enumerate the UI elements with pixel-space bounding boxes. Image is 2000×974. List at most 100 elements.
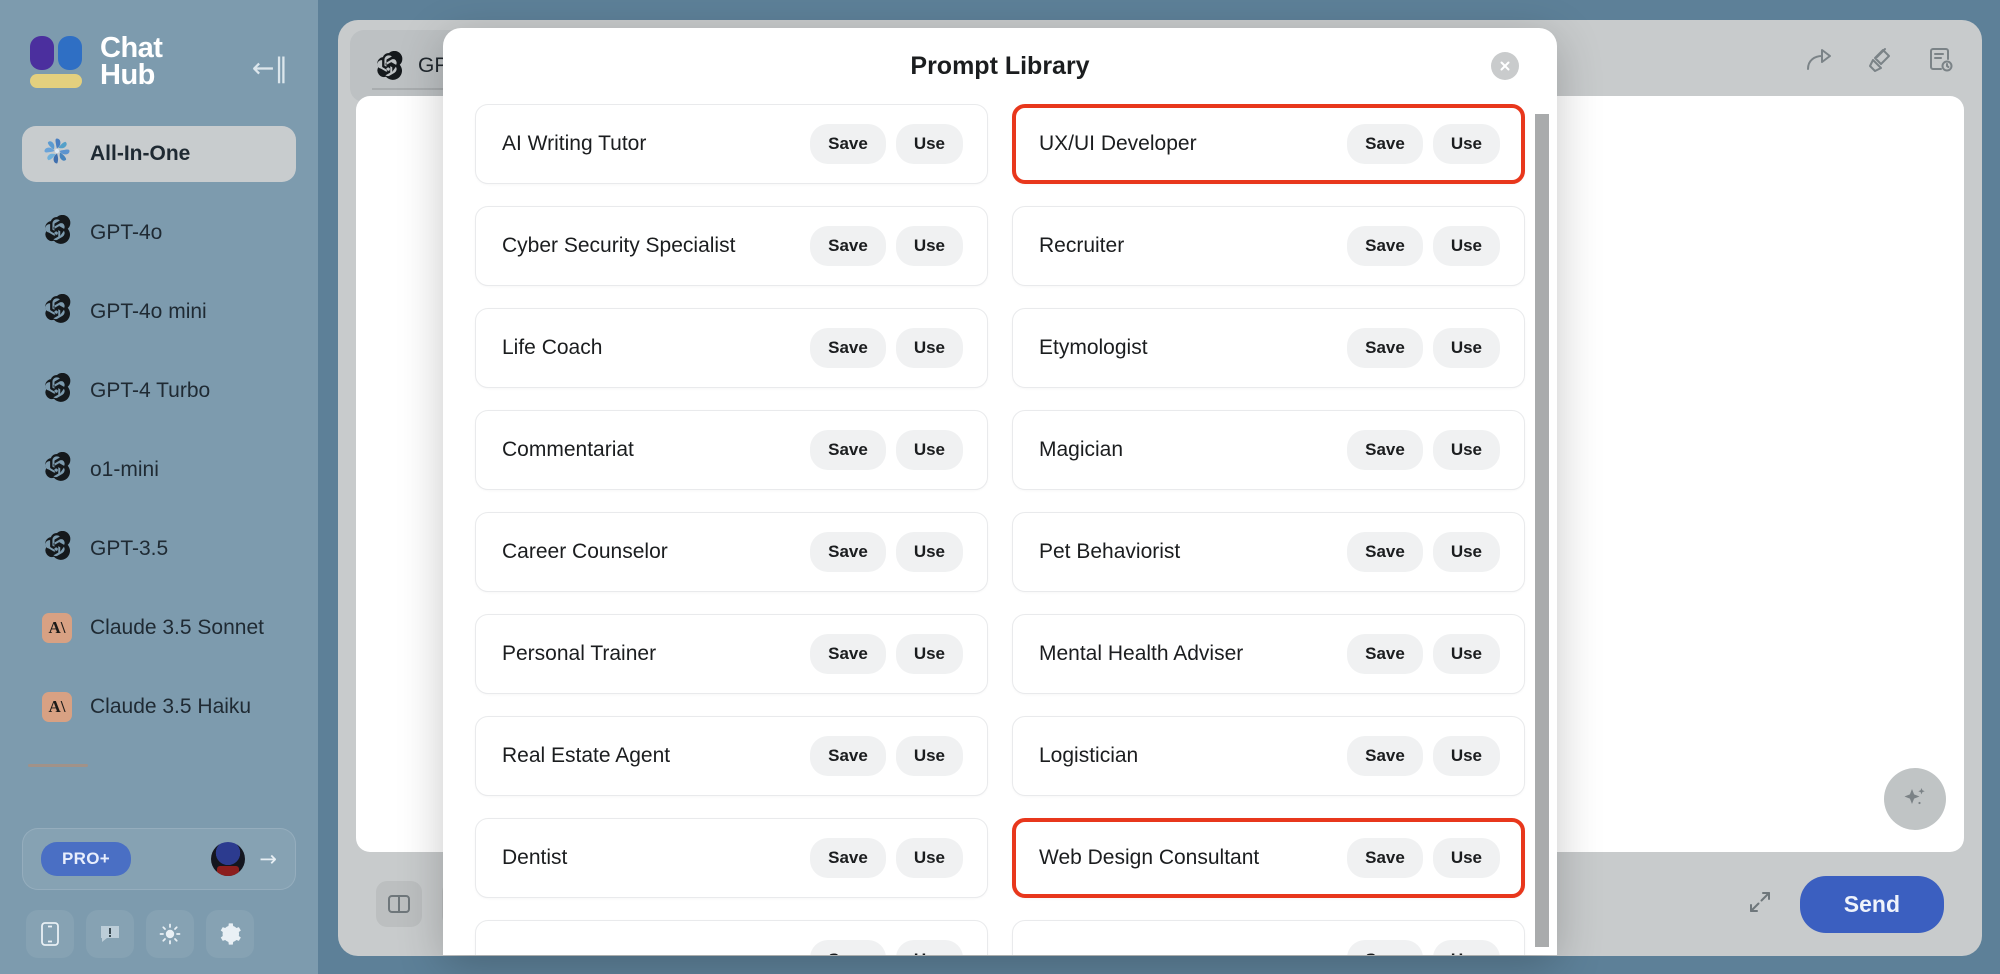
sidebar-item-claude-3-5-sonnet[interactable]: A\ Claude 3.5 Sonnet bbox=[22, 600, 296, 656]
prompt-card[interactable]: Life Coach Save Use bbox=[475, 308, 988, 388]
mobile-app-icon[interactable] bbox=[26, 910, 74, 958]
use-button[interactable]: Use bbox=[1432, 532, 1500, 572]
sidebar-item-gpt-4o-mini[interactable]: GPT-4o mini bbox=[22, 284, 296, 340]
modal-header: Prompt Library bbox=[443, 28, 1557, 104]
save-button[interactable]: Save bbox=[810, 634, 886, 674]
save-button[interactable]: Save bbox=[1347, 328, 1423, 368]
save-button[interactable]: Save bbox=[1347, 430, 1423, 470]
save-button[interactable]: Save bbox=[810, 736, 886, 776]
settings-gear-icon[interactable] bbox=[206, 910, 254, 958]
account-arrow-icon[interactable]: → bbox=[259, 847, 277, 871]
prompt-card[interactable]: AI Writing Tutor Save Use bbox=[475, 104, 988, 184]
use-button[interactable]: Use bbox=[895, 532, 963, 572]
prompt-card[interactable]: Personal Trainer Save Use bbox=[475, 614, 988, 694]
sidebar-item-claude-3-5-haiku[interactable]: A\ Claude 3.5 Haiku bbox=[22, 679, 296, 735]
prompt-actions: SaveUse bbox=[1347, 634, 1500, 674]
prompt-actions: Save Use bbox=[810, 940, 963, 955]
save-button[interactable]: Save bbox=[1347, 124, 1423, 164]
prompt-name: Magician bbox=[1039, 438, 1124, 461]
prompt-card[interactable]: Save Use bbox=[1012, 920, 1525, 955]
prompt-name: Mental Health Adviser bbox=[1039, 642, 1244, 665]
save-button[interactable]: Save bbox=[810, 328, 886, 368]
save-button[interactable]: Save bbox=[1347, 532, 1423, 572]
prompt-card[interactable]: UX/UI Developer Save Use bbox=[1012, 104, 1525, 184]
use-button[interactable]: Use bbox=[895, 124, 963, 164]
save-button[interactable]: Save bbox=[810, 226, 886, 266]
prompt-card[interactable]: Recruiter Save Use bbox=[1012, 206, 1525, 286]
prompt-card[interactable]: Magician Save Use bbox=[1012, 410, 1525, 490]
prompt-grid: AI Writing Tutor Save Use UX/UI Developer Sa… bbox=[475, 104, 1525, 955]
use-button[interactable]: Use bbox=[1432, 226, 1500, 266]
prompt-actions: SaveUse bbox=[1347, 430, 1500, 470]
use-button[interactable]: Use bbox=[895, 430, 963, 470]
use-button[interactable]: Use bbox=[895, 736, 963, 776]
prompt-name: Cyber Security Specialist bbox=[502, 234, 736, 257]
sidebar-item-o1-mini[interactable]: o1-mini bbox=[22, 442, 296, 498]
sidebar-item-gpt-4-turbo[interactable]: GPT-4 Turbo bbox=[22, 363, 296, 419]
app-root: Chat Hub ←‖ All-In-One GPT-4o GPT-4o mini G… bbox=[0, 0, 2000, 974]
sidebar-item-all-in-one[interactable]: All-In-One bbox=[22, 126, 296, 182]
use-button[interactable]: Use bbox=[895, 634, 963, 674]
prompt-card[interactable]: Pet Behaviorist Save Use bbox=[1012, 512, 1525, 592]
sidebar-item-label: GPT-4o bbox=[90, 221, 163, 244]
prompt-name: Life Coach bbox=[502, 336, 603, 359]
prompt-card[interactable]: Mental Health Adviser Save Use bbox=[1012, 614, 1525, 694]
theme-brightness-icon[interactable] bbox=[146, 910, 194, 958]
use-button[interactable]: Use bbox=[895, 940, 963, 955]
prompt-card[interactable]: Cyber Security Specialist Save Use bbox=[475, 206, 988, 286]
use-button[interactable]: Use bbox=[1432, 838, 1500, 878]
prompt-card[interactable]: Commentariat Save Use bbox=[475, 410, 988, 490]
save-button[interactable]: Save bbox=[810, 532, 886, 572]
sidebar-item-label: GPT-4 Turbo bbox=[90, 379, 211, 402]
use-button[interactable]: Use bbox=[1432, 124, 1500, 164]
feedback-icon[interactable] bbox=[86, 910, 134, 958]
use-button[interactable]: Use bbox=[1432, 940, 1500, 955]
use-button[interactable]: Use bbox=[895, 328, 963, 368]
use-button[interactable]: Use bbox=[895, 838, 963, 878]
clear-broom-icon[interactable] bbox=[1867, 46, 1895, 79]
save-button[interactable]: Save bbox=[810, 430, 886, 470]
openai-icon bbox=[42, 372, 72, 409]
sidebar-divider bbox=[28, 764, 88, 767]
all-in-one-icon bbox=[42, 136, 72, 172]
modal-scrollbar[interactable] bbox=[1535, 114, 1549, 947]
prompt-card[interactable]: Save Use bbox=[475, 920, 988, 955]
prompt-name: Personal Trainer bbox=[502, 642, 657, 665]
sidebar-item-label: All-In-One bbox=[90, 142, 191, 165]
account-row[interactable]: PRO+ → bbox=[22, 828, 296, 890]
prompt-card[interactable]: Web Design Consultant Save Use bbox=[1012, 818, 1525, 898]
model-list: All-In-One GPT-4o GPT-4o mini GPT-4 Turbo o1… bbox=[0, 126, 318, 758]
prompt-card[interactable]: Dentist Save Use bbox=[475, 818, 988, 898]
share-icon[interactable] bbox=[1805, 47, 1835, 78]
use-button[interactable]: Use bbox=[1432, 430, 1500, 470]
ai-sparkle-icon[interactable] bbox=[1884, 768, 1946, 830]
save-button[interactable]: Save bbox=[1347, 736, 1423, 776]
sidebar-item-gpt-3-5[interactable]: GPT-3.5 bbox=[22, 521, 296, 577]
prompt-card[interactable]: Etymologist Save Use bbox=[1012, 308, 1525, 388]
prompt-card[interactable]: Logistician Save Use bbox=[1012, 716, 1525, 796]
pro-badge[interactable]: PRO+ bbox=[41, 842, 131, 876]
history-icon[interactable] bbox=[1927, 46, 1954, 79]
send-button[interactable]: Send bbox=[1799, 875, 1944, 933]
save-button[interactable]: Save bbox=[1347, 226, 1423, 266]
use-button[interactable]: Use bbox=[1432, 736, 1500, 776]
prompt-card[interactable]: Real Estate Agent Save Use bbox=[475, 716, 988, 796]
avatar[interactable] bbox=[211, 842, 246, 876]
close-icon[interactable] bbox=[1491, 52, 1519, 80]
save-button[interactable]: Save bbox=[810, 940, 886, 955]
split-view-icon[interactable] bbox=[376, 881, 422, 927]
save-button[interactable]: Save bbox=[1347, 634, 1423, 674]
save-button[interactable]: Save bbox=[1347, 940, 1423, 955]
brand-name-line1: Chat bbox=[100, 32, 163, 65]
collapse-sidebar-icon[interactable]: ←‖ bbox=[252, 55, 288, 82]
use-button[interactable]: Use bbox=[1432, 634, 1500, 674]
expand-arrows-icon[interactable] bbox=[1746, 888, 1774, 921]
save-button[interactable]: Save bbox=[1347, 838, 1423, 878]
sidebar-item-gpt-4o[interactable]: GPT-4o bbox=[22, 205, 296, 261]
save-button[interactable]: Save bbox=[810, 124, 886, 164]
save-button[interactable]: Save bbox=[810, 838, 886, 878]
chathub-logo-icon bbox=[30, 34, 86, 90]
prompt-card[interactable]: Career Counselor Save Use bbox=[475, 512, 988, 592]
use-button[interactable]: Use bbox=[1432, 328, 1500, 368]
use-button[interactable]: Use bbox=[895, 226, 963, 266]
